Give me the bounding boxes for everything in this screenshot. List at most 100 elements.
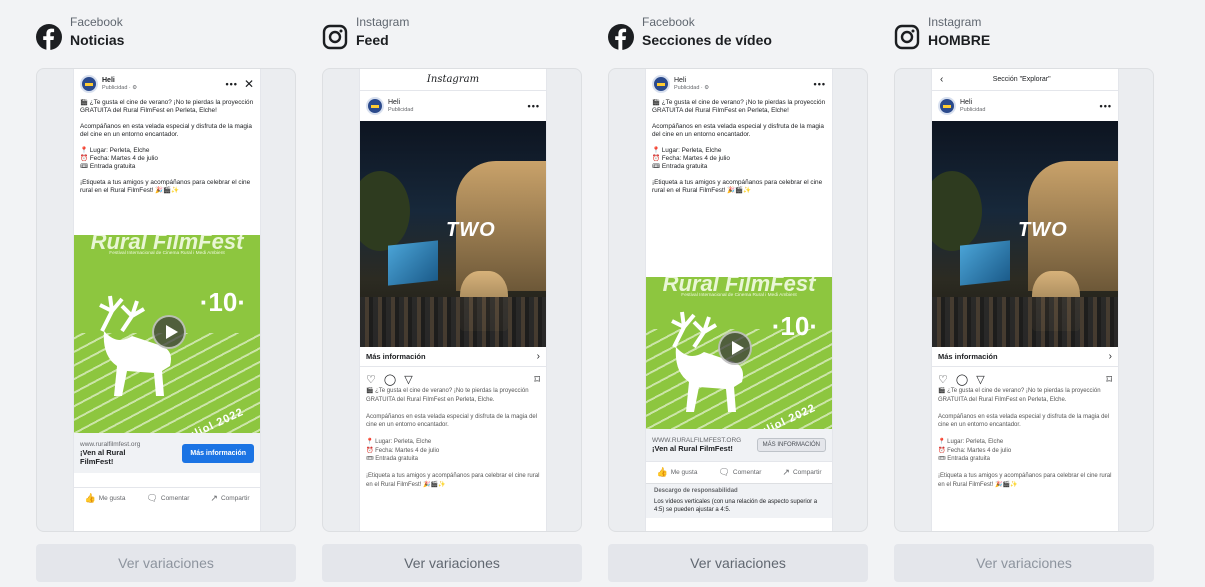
ig-caption: 🎬 ¿Te gusta el cine de verano? ¡No te pi… xyxy=(366,388,540,488)
bookmark-icon[interactable]: ⌑ xyxy=(534,373,540,386)
send-icon[interactable]: ▽ xyxy=(976,373,984,386)
placement-header: Facebook Secciones de vídeo xyxy=(608,14,772,58)
thumbs-up-icon: 👍 xyxy=(84,493,96,503)
comment-label: Comentar xyxy=(732,469,762,476)
avatar xyxy=(938,97,956,115)
poster-edition: ·10· xyxy=(199,287,246,317)
ig-caption: 🎬 ¿Te gusta el cine de verano? ¡No te pi… xyxy=(938,388,1112,488)
placement-name: HOMBRE xyxy=(928,32,991,48)
close-icon[interactable]: ✕ xyxy=(244,77,254,91)
sponsored-label: Publicidad · ⚙ xyxy=(102,84,138,91)
chevron-right-icon: › xyxy=(536,351,540,362)
ad-preview: Heli Publicidad · ⚙ ••• 🎬 ¿Te gusta el c… xyxy=(645,69,833,531)
reaction-bar: 👍 Me gusta 🗨 Comentar ↗ Compartir xyxy=(646,461,832,483)
disclaimer-title: Descargo de responsabilidad xyxy=(654,488,738,494)
placement-name: Feed xyxy=(356,32,389,48)
thumbs-up-icon: 👍 xyxy=(656,467,668,477)
like-label: Me gusta xyxy=(98,495,126,502)
ver-variaciones-button[interactable]: Ver variaciones xyxy=(608,544,868,582)
play-icon[interactable] xyxy=(152,315,186,349)
cta-bar: WWW.RURALFILMFEST.ORG ¡Ven al Rural Film… xyxy=(646,429,832,461)
ver-variaciones-button[interactable]: Ver variaciones xyxy=(36,544,296,582)
more-info-label: Más información xyxy=(938,352,998,361)
more-info-bar[interactable]: Más información › xyxy=(932,347,1118,367)
poster-subtitle: Festival Internacional de Cinema Rural i… xyxy=(109,251,225,256)
more-options-icon[interactable]: ••• xyxy=(528,101,540,111)
placement-header: Facebook Noticias xyxy=(36,14,124,58)
share-icon: ↗ xyxy=(210,493,218,503)
link-domain: WWW.RURALFILMFEST.ORG xyxy=(652,437,742,444)
more-info-button[interactable]: MÁS INFORMACIÓN xyxy=(756,438,826,452)
sponsored-label: Publicidad xyxy=(960,106,986,113)
post-header: Heli Publicidad · ⚙ ••• xyxy=(646,69,832,99)
placement-name: Noticias xyxy=(70,32,125,48)
ad-creative-poster[interactable]: Rural FilmFest Festival Internacional de… xyxy=(74,235,260,433)
ad-preview-card[interactable]: ‹ Sección "Explorar" Heli Publicidad •••… xyxy=(894,68,1154,532)
platform-name: Instagram xyxy=(928,15,982,29)
instagram-logo: Instagram xyxy=(360,69,546,91)
placement-column-ig-explore: Instagram HOMBRE ‹ Sección "Explorar" He… xyxy=(894,0,1154,587)
heart-icon[interactable]: ♡ xyxy=(366,373,376,386)
placement-column-ig-feed: Instagram Feed Instagram Heli Publicidad… xyxy=(322,0,582,587)
share-label: Compartir xyxy=(220,495,250,502)
ver-variaciones-button[interactable]: Ver variaciones xyxy=(322,544,582,582)
tree xyxy=(360,171,410,251)
tree xyxy=(932,171,982,251)
more-options-icon[interactable]: ••• xyxy=(225,79,237,89)
projection-screen xyxy=(388,240,438,286)
crowd xyxy=(360,297,546,347)
ad-creative-poster[interactable]: Rural FilmFest Festival Internacional de… xyxy=(646,277,832,429)
share-label: Compartir xyxy=(792,469,822,476)
platform-name: Facebook xyxy=(70,15,123,29)
disclaimer-text: Los vídeos verticales (con una relación … xyxy=(654,499,818,513)
like-button[interactable]: 👍 Me gusta xyxy=(84,493,125,504)
poster-subtitle: Festival Internacional de Cinema Rural i… xyxy=(681,293,797,298)
ig-action-bar: ♡ ◯ ▽ ⌑ xyxy=(932,367,1118,387)
crowd xyxy=(932,297,1118,347)
facebook-icon xyxy=(36,24,62,50)
link-domain: www.ruralfilmfest.org xyxy=(80,440,141,448)
photo-overlay-text: TWO xyxy=(1018,219,1068,241)
comment-icon: 🗨 xyxy=(718,467,730,477)
ig-action-bar: ♡ ◯ ▽ ⌑ xyxy=(360,367,546,387)
post-header: Heli Publicidad ••• xyxy=(360,91,546,121)
link-headline: ¡Ven al Rural FilmFest! xyxy=(652,444,733,453)
share-button[interactable]: ↗ Compartir xyxy=(782,467,821,478)
ad-primary-text: 🎬 ¿Te gusta el cine de verano? ¡No te pi… xyxy=(80,99,254,194)
platform-name: Instagram xyxy=(356,15,410,29)
more-info-label: Más información xyxy=(366,352,426,361)
avatar xyxy=(80,75,98,93)
like-button[interactable]: 👍 Me gusta xyxy=(656,467,697,478)
comment-icon[interactable]: ◯ xyxy=(384,373,396,386)
comment-icon: 🗨 xyxy=(146,493,158,503)
ad-preview-card[interactable]: Instagram Heli Publicidad ••• TWO Más in… xyxy=(322,68,582,532)
ad-primary-text: 🎬 ¿Te gusta el cine de verano? ¡No te pi… xyxy=(652,99,826,194)
bookmark-icon[interactable]: ⌑ xyxy=(1106,373,1112,386)
sponsored-label: Publicidad · ⚙ xyxy=(674,84,710,91)
ad-preview-card[interactable]: Heli Publicidad · ⚙ ••• 🎬 ¿Te gusta el c… xyxy=(608,68,868,532)
instagram-icon xyxy=(894,24,920,50)
poster-edition: ·10· xyxy=(771,311,818,341)
ver-variaciones-button[interactable]: Ver variaciones xyxy=(894,544,1154,582)
share-button[interactable]: ↗ Compartir xyxy=(210,493,249,504)
sponsored-label: Publicidad xyxy=(388,106,414,113)
link-headline: ¡Ven al Rural FilmFest! xyxy=(80,447,126,466)
ad-creative-photo[interactable]: TWO xyxy=(932,121,1118,347)
heart-icon[interactable]: ♡ xyxy=(938,373,948,386)
comment-label: Comentar xyxy=(160,495,190,502)
send-icon[interactable]: ▽ xyxy=(404,373,412,386)
disclaimer-box: Descargo de responsabilidad Los vídeos v… xyxy=(646,483,832,518)
ad-creative-photo[interactable]: TWO xyxy=(360,121,546,347)
ad-preview: ‹ Sección "Explorar" Heli Publicidad •••… xyxy=(931,69,1119,531)
more-options-icon[interactable]: ••• xyxy=(814,79,826,89)
play-icon[interactable] xyxy=(718,331,752,365)
more-options-icon[interactable]: ••• xyxy=(1100,101,1112,111)
projection-screen xyxy=(960,240,1010,286)
comment-button[interactable]: 🗨 Comentar xyxy=(718,467,761,478)
ad-preview-card[interactable]: Heli Publicidad · ⚙ ••• ✕ 🎬 ¿Te gusta el… xyxy=(36,68,296,532)
comment-button[interactable]: 🗨 Comentar xyxy=(146,493,189,504)
more-info-bar[interactable]: Más información › xyxy=(360,347,546,367)
comment-icon[interactable]: ◯ xyxy=(956,373,968,386)
more-info-button[interactable]: Más información xyxy=(182,443,254,463)
avatar xyxy=(652,75,670,93)
